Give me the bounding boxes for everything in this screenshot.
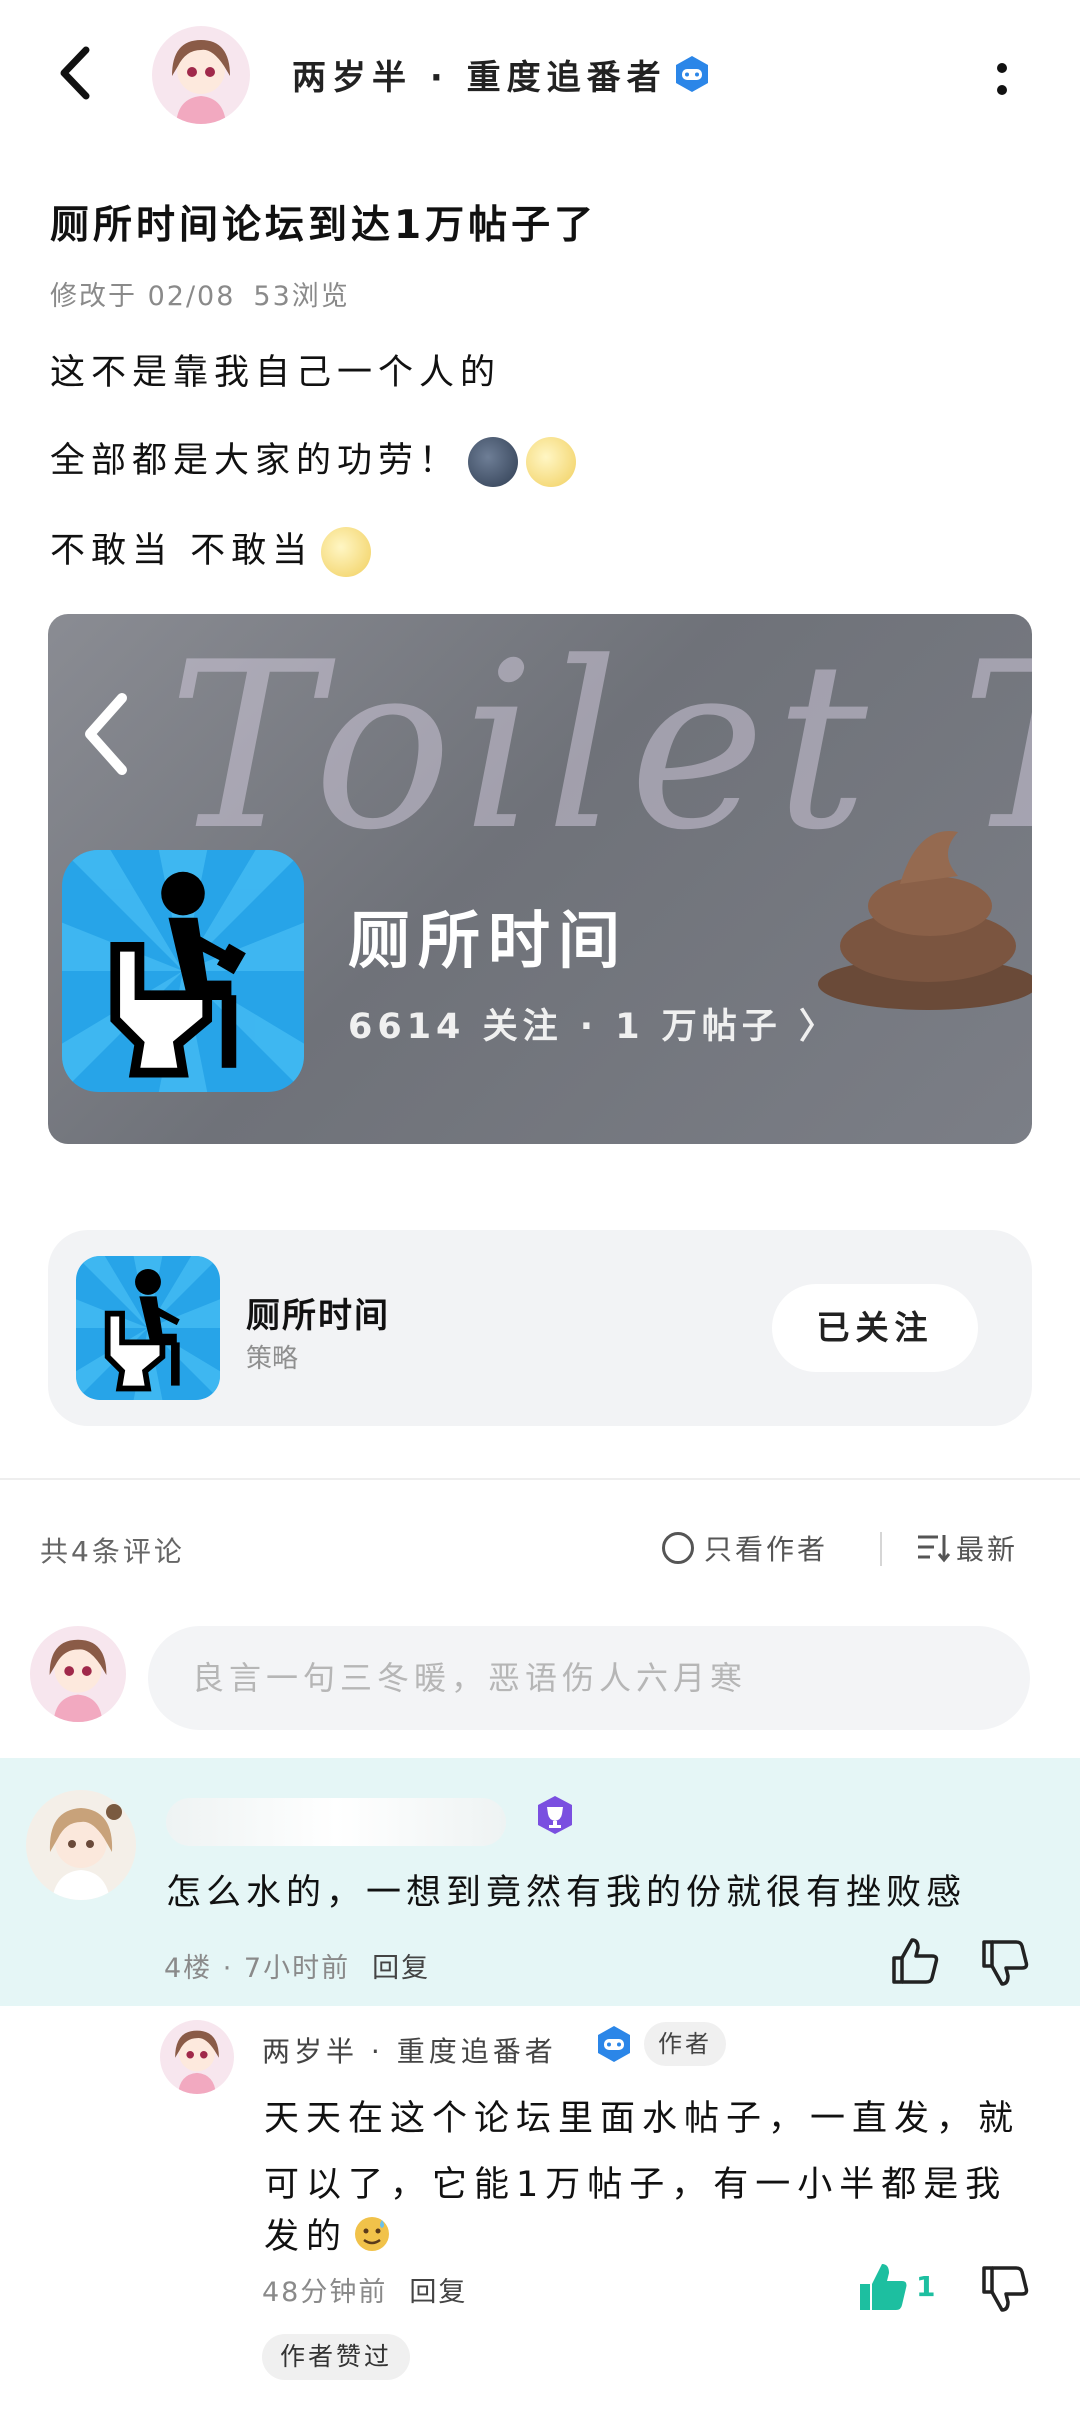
comment-item: 怎么水的，一想到竟然有我的份就很有挫败感 4楼 · 7小时前 回复 bbox=[0, 1758, 1080, 2006]
liked-by-author-badge: 作者赞过 bbox=[262, 2334, 411, 2380]
bar-separator bbox=[880, 1532, 882, 1566]
reply-author-avatar[interactable] bbox=[160, 2020, 234, 2094]
reply-button[interactable]: 回复 bbox=[372, 1953, 430, 1984]
reply-author-name[interactable]: 两岁半 · 重度追番者 bbox=[262, 2030, 557, 2070]
thumbs-down-icon[interactable] bbox=[978, 1936, 1032, 1990]
commenter-avatar[interactable] bbox=[26, 1790, 136, 1900]
banner-forum-stats[interactable]: 6614 关注 · 1 万帖子 〉 bbox=[348, 998, 839, 1049]
radio-circle-icon bbox=[662, 1532, 694, 1564]
new-moon-face-icon bbox=[468, 437, 519, 487]
trophy-badge-icon bbox=[534, 1794, 576, 1836]
post-meta: 修改于 02/08 53浏览 bbox=[50, 274, 350, 313]
reply-text-row: 发的 bbox=[264, 2208, 392, 2259]
post-body-line: 这不是靠我自己一个人的 bbox=[50, 353, 502, 393]
reply-time: 48分钟前 bbox=[262, 2277, 388, 2308]
banner-forum-name: 厕所时间 bbox=[348, 904, 629, 977]
post-body-line-row: 不敢当 不敢当 bbox=[50, 522, 372, 577]
forum-card-name: 厕所时间 bbox=[246, 1296, 390, 1336]
only-author-toggle[interactable]: 只看作者 bbox=[662, 1528, 828, 1568]
sort-icon bbox=[918, 1535, 950, 1563]
gamepad-badge-icon bbox=[672, 54, 712, 94]
post-title: 厕所时间论坛到达1万帖子了 bbox=[50, 203, 598, 248]
follow-button[interactable]: 已关注 bbox=[772, 1284, 978, 1372]
sort-latest-label: 最新 bbox=[956, 1533, 1019, 1566]
comment-meta: 4楼 · 7小时前 回复 bbox=[164, 1946, 430, 1985]
reply-text-line: 发的 bbox=[264, 2217, 349, 2257]
my-avatar bbox=[30, 1626, 126, 1722]
only-author-label: 只看作者 bbox=[704, 1533, 829, 1566]
sort-latest-button[interactable]: 最新 bbox=[916, 1528, 1018, 1568]
view-count: 53浏览 bbox=[253, 281, 350, 312]
thumbs-up-filled-icon[interactable] bbox=[856, 2260, 910, 2314]
forum-logo-icon bbox=[76, 1256, 220, 1400]
reply-text-line: 可以了，它能1万帖子，有一小半都是我 bbox=[264, 2165, 1008, 2205]
forum-banner[interactable]: Toilet T 厕所时间 6614 关注 · 1 万帖子 〉 bbox=[48, 614, 1032, 1144]
post-body-line: 全部都是大家的功劳！ bbox=[50, 441, 461, 481]
banner-back-icon[interactable] bbox=[78, 684, 138, 784]
thumbs-up-icon[interactable] bbox=[888, 1934, 942, 1988]
forum-card-category: 策略 bbox=[246, 1344, 299, 1374]
comment-input[interactable]: 良言一句三冬暖，恶语伤人六月寒 bbox=[148, 1626, 1030, 1730]
commenter-name-blurred[interactable] bbox=[166, 1798, 506, 1846]
full-moon-face-icon bbox=[526, 437, 577, 487]
reply-meta: 48分钟前 回复 bbox=[262, 2270, 467, 2309]
comment-floor-time: 4楼 · 7小时前 bbox=[164, 1953, 351, 1984]
reply-text-line: 天天在这个论坛里面水帖子，一直发，就 bbox=[264, 2099, 1021, 2139]
section-divider bbox=[0, 1478, 1080, 1480]
author-name[interactable]: 两岁半 · 重度追番者 bbox=[292, 50, 667, 99]
forum-logo-icon bbox=[62, 850, 304, 1092]
top-bar: 两岁半 · 重度追番者 bbox=[0, 0, 1080, 150]
back-arrow-icon[interactable] bbox=[48, 38, 108, 108]
more-vertical-icon[interactable] bbox=[982, 52, 1022, 108]
full-moon-face-icon bbox=[321, 527, 372, 577]
comment-count: 共4条评论 bbox=[40, 1535, 185, 1568]
reply-button[interactable]: 回复 bbox=[409, 2277, 467, 2308]
author-tag: 作者 bbox=[644, 2022, 726, 2066]
thumbs-down-icon[interactable] bbox=[978, 2262, 1032, 2316]
poop-icon bbox=[818, 831, 1032, 1010]
post-body-line-row: 全部都是大家的功劳！ bbox=[50, 432, 577, 487]
sweating-face-emoji-icon bbox=[355, 2216, 390, 2251]
modified-date: 修改于 02/08 bbox=[50, 281, 236, 312]
gamepad-badge-icon bbox=[594, 2024, 634, 2064]
forum-card[interactable]: 厕所时间 策略 已关注 bbox=[48, 1230, 1032, 1426]
comment-text: 怎么水的，一想到竟然有我的份就很有挫败感 bbox=[166, 1873, 967, 1913]
author-avatar[interactable] bbox=[152, 26, 250, 124]
like-count: 1 bbox=[916, 2270, 936, 2303]
post-body-line: 不敢当 不敢当 bbox=[50, 531, 314, 571]
